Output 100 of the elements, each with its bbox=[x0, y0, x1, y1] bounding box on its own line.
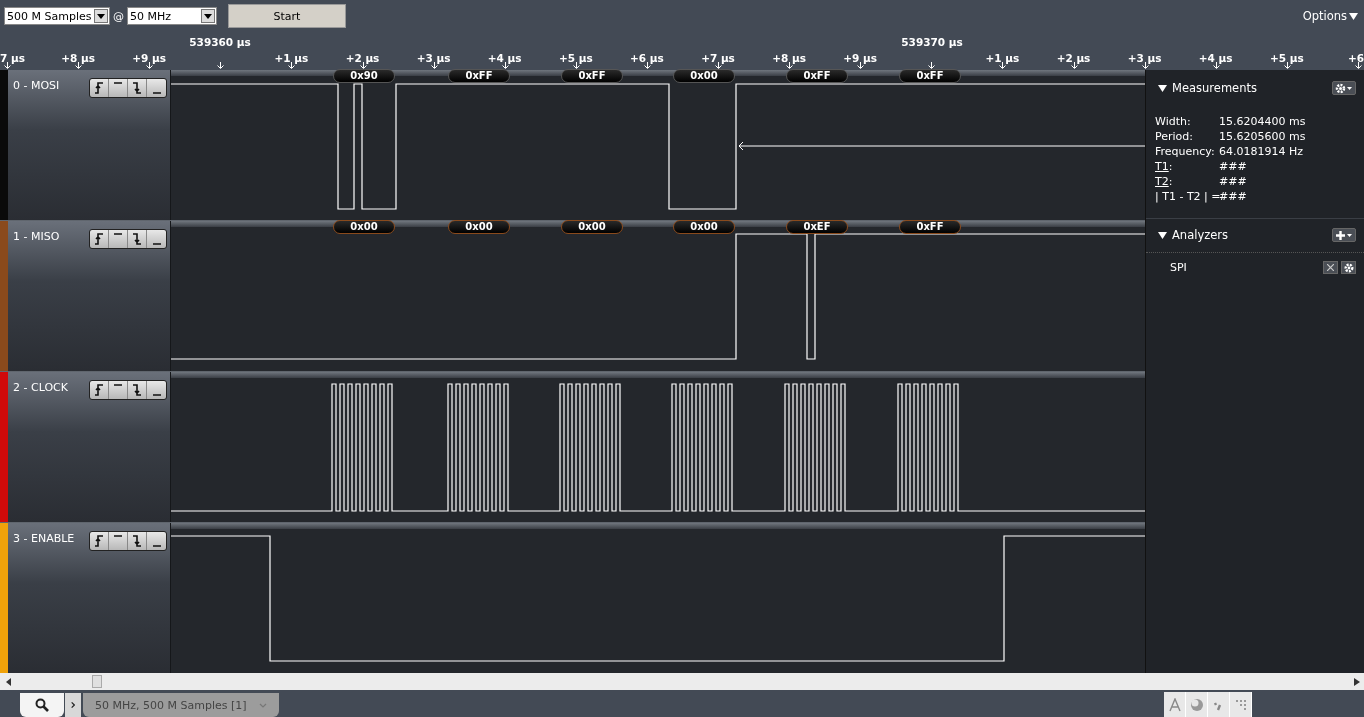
collapse-triangle-icon bbox=[1158, 84, 1167, 92]
tick-arrow-icon bbox=[217, 62, 225, 69]
tick-arrow-icon bbox=[501, 62, 509, 69]
at-label: @ bbox=[113, 9, 124, 23]
tick-label: +1 µs bbox=[984, 52, 1021, 64]
tick-arrow-icon bbox=[4, 62, 11, 69]
measurement-value: 15.6205600 ms bbox=[1219, 129, 1306, 144]
start-button[interactable]: Start bbox=[228, 4, 346, 28]
decoded-value: 0xFF bbox=[899, 69, 961, 83]
measurement-value: ### bbox=[1219, 189, 1247, 204]
search-tab[interactable] bbox=[20, 693, 64, 717]
falling-edge-icon bbox=[132, 82, 142, 94]
channel-name: 3 - ENABLE bbox=[13, 532, 75, 545]
channel-name: 2 - CLOCK bbox=[13, 381, 68, 394]
rate-dropdown[interactable]: 50 MHz bbox=[127, 7, 217, 25]
session-tab[interactable]: 50 MHz, 500 M Samples [1] bbox=[83, 693, 279, 717]
decoded-value: 0x00 bbox=[673, 220, 735, 234]
tick-label: +6 µs bbox=[629, 52, 665, 64]
caret-icon bbox=[1349, 12, 1358, 20]
analyzer-name: SPI bbox=[1170, 261, 1188, 274]
tick-label: 7 µs bbox=[0, 52, 25, 64]
tick-label: +7 µs bbox=[700, 52, 736, 64]
settings-icon bbox=[1335, 82, 1353, 94]
rising-edge-icon bbox=[94, 384, 104, 396]
scroll-left-icon bbox=[6, 677, 12, 686]
tick-label: +6 bbox=[1347, 52, 1364, 64]
falling-edge-icon bbox=[132, 535, 142, 547]
tick-arrow-icon bbox=[1141, 62, 1149, 69]
measurement-label: T2: bbox=[1155, 174, 1174, 189]
plus-icon bbox=[1335, 229, 1353, 241]
tick-arrow-icon bbox=[1283, 62, 1291, 69]
close-icon bbox=[1327, 264, 1334, 271]
horizontal-scrollbar[interactable] bbox=[0, 673, 1364, 690]
measurement-label: Period: bbox=[1155, 129, 1194, 144]
tick-label: +9 µs bbox=[131, 52, 168, 64]
falling-edge-icon bbox=[132, 233, 142, 245]
dots-icon bbox=[1234, 698, 1247, 711]
tick-arrow-icon bbox=[1354, 62, 1362, 69]
decoded-value: 0x00 bbox=[673, 69, 735, 83]
decoded-value: 0xFF bbox=[561, 69, 623, 83]
tick-label: +4 µs bbox=[1197, 52, 1234, 64]
measurement-value: 64.0181914 Hz bbox=[1219, 144, 1304, 159]
marker-link[interactable]: T2 bbox=[1155, 175, 1169, 188]
tick-arrow-icon bbox=[430, 62, 438, 69]
tick-arrow-icon bbox=[1070, 62, 1078, 69]
samples-dropdown[interactable]: 500 M Samples bbox=[4, 7, 110, 25]
tick-label: +1 µs bbox=[273, 52, 310, 64]
marker-link[interactable]: T1 bbox=[1155, 160, 1169, 173]
next-tab[interactable] bbox=[65, 693, 81, 717]
tick-label: +2 µs bbox=[1055, 52, 1092, 64]
rising-edge-icon bbox=[94, 535, 104, 547]
caret-icon bbox=[258, 702, 267, 708]
tick-arrow-icon bbox=[572, 62, 580, 69]
measurement-label: Width: bbox=[1155, 114, 1192, 129]
settings-button[interactable] bbox=[1341, 261, 1356, 274]
tick-label: +8 µs bbox=[60, 52, 96, 64]
channel-name: 0 - MOSI bbox=[13, 79, 60, 92]
decoded-value: 0x00 bbox=[448, 220, 510, 234]
tick-arrow-icon bbox=[1212, 62, 1220, 69]
add-analyzer-button[interactable] bbox=[1332, 228, 1356, 242]
measurement-value: ### bbox=[1219, 159, 1247, 174]
tick-arrow-icon bbox=[359, 62, 367, 69]
scrollbar-thumb[interactable] bbox=[92, 675, 102, 688]
settings-button[interactable] bbox=[1332, 81, 1356, 95]
falling-edge-icon bbox=[132, 384, 142, 396]
tick-label: +9 µs bbox=[842, 52, 879, 64]
tick-arrow-icon bbox=[857, 62, 865, 69]
decoded-value: 0x90 bbox=[333, 69, 395, 83]
collapse-triangle-icon bbox=[1158, 231, 1167, 239]
tick-label: +5 µs bbox=[1268, 52, 1305, 64]
tick-arrow-icon bbox=[75, 62, 83, 69]
tick-label: +3 µs bbox=[415, 52, 452, 64]
settings-icon bbox=[1343, 262, 1354, 273]
measurement-label: | T1 - T2 | = bbox=[1155, 189, 1219, 204]
tick-label: +8 µs bbox=[771, 52, 807, 64]
decoded-value: 0xEF bbox=[786, 220, 848, 234]
decoded-value: 0x00 bbox=[561, 220, 623, 234]
tick-arrow-icon bbox=[928, 62, 936, 69]
section-title: Analyzers bbox=[1172, 228, 1230, 242]
chevron-right-icon bbox=[71, 700, 75, 710]
tick-arrow-icon bbox=[715, 62, 722, 69]
measurement-value: ### bbox=[1219, 174, 1247, 189]
time-label: 539360 µs bbox=[188, 36, 252, 48]
tick-label: +3 µs bbox=[1126, 52, 1163, 64]
measurement-label: Frequency: bbox=[1155, 144, 1216, 159]
time-label: 539370 µs bbox=[900, 36, 964, 48]
decoded-value: 0x00 bbox=[333, 220, 395, 234]
decoded-value: 0xFF bbox=[899, 220, 961, 234]
tick-arrow-icon bbox=[786, 62, 794, 69]
tick-label: +4 µs bbox=[486, 52, 523, 64]
letter-icon bbox=[1168, 697, 1181, 712]
decoded-value: 0xFF bbox=[786, 69, 848, 83]
tick-arrow-icon bbox=[146, 62, 154, 69]
tick-label: +5 µs bbox=[557, 52, 594, 64]
tick-arrow-icon bbox=[643, 62, 651, 69]
tick-arrow-icon bbox=[999, 62, 1007, 69]
close-button[interactable] bbox=[1323, 261, 1338, 274]
section-title: Measurements bbox=[1172, 81, 1258, 95]
measurement-value: 15.6204400 ms bbox=[1219, 114, 1306, 129]
options-button[interactable]: Options bbox=[1302, 9, 1358, 23]
